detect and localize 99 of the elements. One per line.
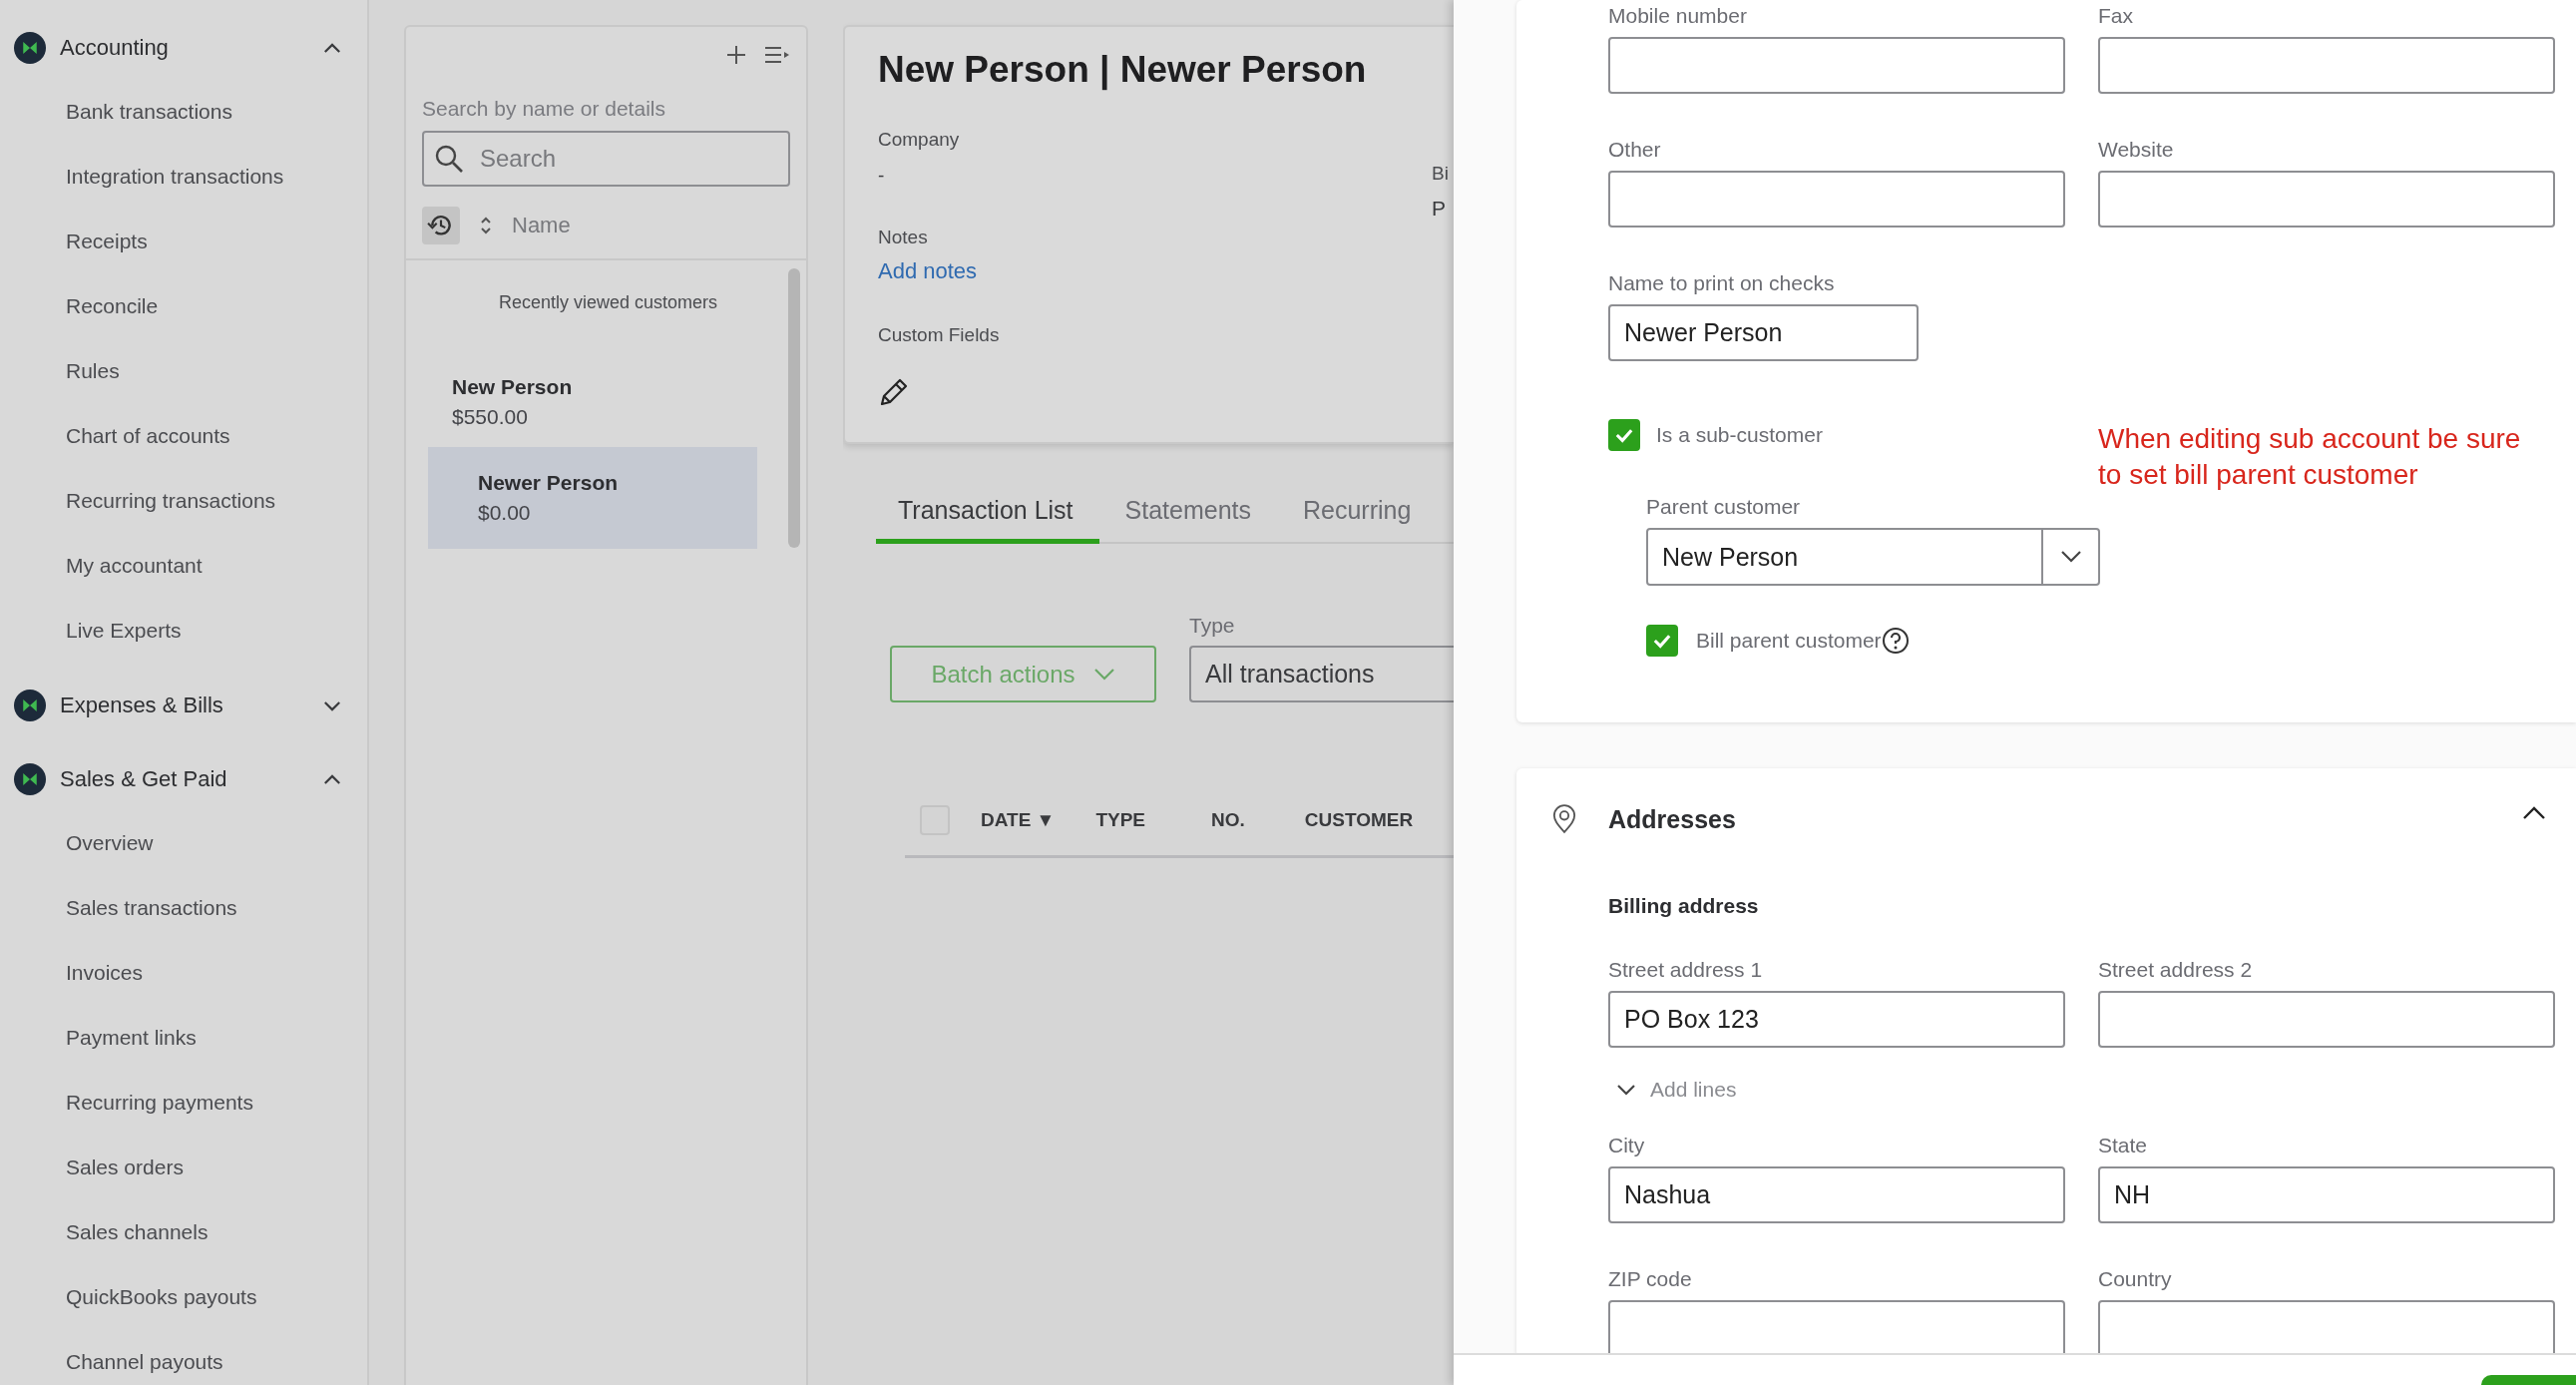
chevron-down-icon bbox=[1092, 667, 1115, 682]
app-icon bbox=[14, 690, 46, 721]
field-label: Name to print on checks bbox=[1608, 271, 1836, 295]
chevron-down-icon bbox=[2059, 550, 2082, 564]
sidebar-item[interactable]: Live Experts bbox=[0, 598, 367, 663]
field-label: Other bbox=[1608, 138, 1662, 162]
sidebar-item[interactable]: Overview bbox=[0, 810, 367, 875]
field-label: Country bbox=[2098, 1267, 2173, 1291]
sidebar-item[interactable]: Channel payouts bbox=[0, 1329, 367, 1385]
app-icon bbox=[14, 763, 46, 795]
field-label: Company bbox=[878, 129, 961, 151]
add-lines-toggle[interactable]: Add lines bbox=[1608, 1078, 1737, 1102]
section-label: Expenses & Bills bbox=[60, 692, 224, 718]
field-label: Mobile number bbox=[1608, 4, 1748, 28]
customer-balance: $0.00 bbox=[478, 501, 532, 525]
sidebar-item[interactable]: Sales channels bbox=[0, 1199, 367, 1264]
billing-heading: Billing address bbox=[1608, 894, 1760, 918]
sidebar-item[interactable]: Recurring transactions bbox=[0, 468, 367, 533]
input-field[interactable]: PO Box 123 bbox=[1608, 991, 2065, 1048]
sidebar-item[interactable]: Chart of accounts bbox=[0, 403, 367, 468]
history-button[interactable] bbox=[422, 207, 460, 244]
annotation-text: When editing sub account be sure to set bill parent customer bbox=[2098, 422, 2521, 493]
sort-icon[interactable] bbox=[480, 216, 492, 235]
sidebar-item[interactable]: Receipts bbox=[0, 209, 367, 273]
input-field[interactable] bbox=[2098, 171, 2555, 228]
chevron-down-icon bbox=[1616, 1084, 1636, 1096]
column-header[interactable]: TYPE bbox=[1095, 809, 1146, 831]
sidebar-item[interactable]: Integration transactions bbox=[0, 144, 367, 209]
input-field[interactable] bbox=[2098, 1300, 2555, 1353]
sidebar-item[interactable]: Invoices bbox=[0, 940, 367, 1005]
field-label: Parent customer bbox=[1646, 495, 1802, 519]
sort-label[interactable]: Name bbox=[512, 213, 571, 238]
search-label: Search by name or details bbox=[421, 96, 666, 121]
sidebar-item[interactable]: Payment links bbox=[0, 1005, 367, 1070]
field-label: State bbox=[2098, 1134, 2149, 1157]
list-menu-icon[interactable] bbox=[764, 45, 790, 65]
sidebar-item[interactable]: Bank transactions bbox=[0, 79, 367, 144]
field-label: Notes bbox=[878, 227, 929, 248]
recent-heading: Recently viewed customers bbox=[497, 292, 719, 313]
sidebar-item[interactable]: Sales orders bbox=[0, 1135, 367, 1199]
tab[interactable]: Recurring bbox=[1277, 488, 1438, 544]
field-label: Custom Fields bbox=[878, 324, 1001, 346]
input-field[interactable] bbox=[1608, 37, 2065, 94]
type-label: Type bbox=[1189, 614, 1236, 638]
checkbox[interactable] bbox=[1608, 419, 1640, 451]
column-header[interactable]: CUSTOMER bbox=[1304, 809, 1414, 831]
search-icon bbox=[434, 144, 464, 174]
location-pin-icon bbox=[1552, 804, 1576, 834]
column-header[interactable]: DATE ▼ bbox=[981, 809, 1056, 831]
section-label: Sales & Get Paid bbox=[60, 766, 228, 792]
sidebar-item[interactable]: Reconcile bbox=[0, 273, 367, 338]
field-label: Street address 1 bbox=[1608, 958, 1764, 982]
search-field[interactable]: Search bbox=[422, 131, 790, 187]
field-label: City bbox=[1608, 1134, 1646, 1157]
customer-name: Newer Person bbox=[478, 471, 620, 495]
sidebar-item[interactable]: Rules bbox=[0, 338, 367, 403]
input-field[interactable] bbox=[1608, 1300, 2065, 1353]
app-icon bbox=[14, 32, 46, 64]
type-dropdown[interactable]: All transactions bbox=[1189, 646, 1454, 702]
input-field[interactable]: Newer Person bbox=[1608, 304, 1919, 361]
input-field[interactable] bbox=[2098, 37, 2555, 94]
sidebar-item[interactable]: QuickBooks payouts bbox=[0, 1264, 367, 1329]
checkbox-label: Bill parent customer bbox=[1696, 629, 1882, 653]
field-label: Bi bbox=[1432, 163, 1450, 185]
sidebar-section[interactable]: Accounting bbox=[0, 24, 367, 72]
sidebar-item[interactable]: My accountant bbox=[0, 533, 367, 598]
input-field[interactable] bbox=[2098, 991, 2555, 1048]
sidebar-item[interactable]: Recurring payments bbox=[0, 1070, 367, 1135]
field-label: Website bbox=[2098, 138, 2175, 162]
field-value: - bbox=[878, 165, 886, 187]
input-field[interactable]: Nashua bbox=[1608, 1166, 2065, 1223]
section-label: Accounting bbox=[60, 35, 170, 61]
tab[interactable]: Transaction List bbox=[876, 488, 1099, 544]
customer-title: New Person | Newer Person bbox=[878, 49, 1367, 91]
input-field[interactable] bbox=[1608, 171, 2065, 228]
section-title: Addresses bbox=[1608, 804, 1737, 834]
add-notes-link[interactable]: Add notes bbox=[878, 258, 1367, 284]
sidebar-section[interactable]: Expenses & Bills bbox=[0, 682, 367, 729]
tab[interactable]: Statements bbox=[1098, 488, 1277, 544]
scrollbar[interactable] bbox=[788, 268, 800, 548]
parent-customer-dropdown[interactable]: New Person bbox=[1646, 528, 2100, 586]
plus-icon[interactable] bbox=[726, 45, 746, 65]
field-value: P bbox=[1432, 197, 1447, 221]
sidebar-item[interactable]: Sales transactions bbox=[0, 875, 367, 940]
customer-row[interactable]: New Person $550.00 bbox=[428, 363, 757, 441]
checkbox-label: Is a sub-customer bbox=[1656, 423, 1823, 447]
customer-name: New Person bbox=[452, 375, 574, 399]
customer-balance: $550.00 bbox=[452, 405, 529, 429]
customer-row[interactable]: Newer Person $0.00 bbox=[428, 447, 757, 549]
chevron-up-icon[interactable] bbox=[2522, 806, 2546, 820]
field-label: Fax bbox=[2098, 4, 2134, 28]
field-label: ZIP code bbox=[1608, 1267, 1693, 1291]
checkbox[interactable] bbox=[1646, 625, 1678, 657]
field-label: Street address 2 bbox=[2098, 958, 2254, 982]
column-header[interactable]: NO. bbox=[1211, 809, 1245, 831]
input-field[interactable]: NH bbox=[2098, 1166, 2555, 1223]
sidebar-section[interactable]: Sales & Get Paid bbox=[0, 755, 367, 803]
help-icon[interactable] bbox=[1881, 627, 1910, 655]
pencil-icon[interactable] bbox=[878, 376, 910, 408]
